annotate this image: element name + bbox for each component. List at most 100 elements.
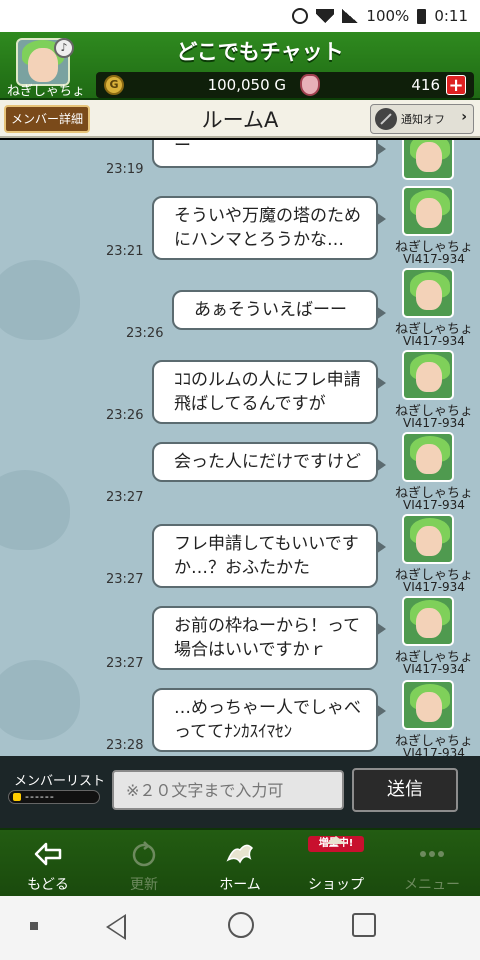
avatar-face — [416, 362, 442, 392]
chat-input-bar: メンバーリスト ------ 送信 — [0, 756, 480, 828]
add-gems-button[interactable]: + — [446, 75, 466, 95]
message-bubble: フレ申請してもいいですか…？おふたかた — [152, 524, 386, 588]
message-time: 23:26 — [106, 408, 144, 423]
message-bubble: あぁそういえばーー — [172, 290, 386, 330]
message-time: 23:26 — [126, 326, 164, 341]
notification-label: 通知オフ — [401, 113, 445, 126]
sender-id: VI417-934 — [403, 746, 465, 756]
message-time: 23:28 — [106, 738, 144, 753]
nav-label: 更新 — [130, 877, 158, 893]
message-text: あぁそういえばーー — [194, 300, 347, 320]
avatar-face — [416, 526, 442, 556]
message-text: 会った人にだけですけど — [174, 452, 361, 472]
chat-area[interactable]: ー 23:19 そういや万魔の塔のためにハンマとろうかな… 23:21 ねぎしゃ… — [0, 140, 480, 756]
notification-dot-icon — [30, 922, 38, 930]
slime-bg-decoration — [0, 470, 70, 550]
sender-avatar[interactable] — [402, 596, 454, 646]
nav-menu[interactable]: メニュー — [384, 830, 480, 898]
system-back-icon[interactable] — [106, 914, 126, 940]
message-bubble: ｺｺのルムの人にフレ申請飛ばしてるんですが — [152, 360, 386, 424]
battery-icon — [417, 8, 427, 24]
gold-coin-icon: G — [104, 75, 124, 95]
sender-id: VI417-934 — [403, 498, 465, 512]
member-detail-button[interactable]: メンバー詳細 — [4, 105, 90, 133]
member-list-label: メンバーリスト — [14, 774, 106, 789]
nav-home[interactable]: ホーム — [192, 830, 288, 898]
room-name: ルームA — [201, 108, 279, 132]
message-time: 23:27 — [106, 572, 144, 587]
sender-avatar[interactable] — [402, 186, 454, 236]
back-arrow-icon — [34, 842, 62, 866]
bottom-nav: もどる 更新 ホーム 増量中! ショップ メニュー — [0, 828, 480, 896]
message-bubble: …めっちゃー人でしゃべっててﾅﾝｶｽｲﾏｾﾝ — [152, 688, 386, 752]
message-time: 23:19 — [106, 162, 144, 177]
sender-avatar[interactable] — [402, 268, 454, 318]
alarm-icon — [292, 8, 309, 24]
nav-back[interactable]: もどる — [0, 830, 96, 898]
refresh-icon — [132, 841, 156, 867]
message-text: そういや万魔の塔のためにハンマとろうかな… — [174, 206, 361, 250]
sender-avatar[interactable] — [402, 680, 454, 730]
resource-bar: G 100,050 G 416 + — [96, 72, 474, 98]
sender-id: VI417-934 — [403, 662, 465, 676]
send-button[interactable]: 送信 — [352, 768, 458, 812]
message-time: 23:21 — [106, 244, 144, 259]
nav-label: もどる — [27, 877, 69, 893]
message-bubble: そういや万魔の塔のためにハンマとろうかな… — [152, 196, 386, 260]
message-text: お前の枠ねーから！って場合はいいですかｒ — [174, 616, 361, 660]
nav-refresh[interactable]: 更新 — [96, 830, 192, 898]
message-bubble: 会った人にだけですけど — [152, 442, 386, 482]
notification-toggle-button[interactable]: 通知オフ › — [370, 104, 474, 134]
member-list-dashes: ------ — [25, 790, 55, 803]
nav-label: ホーム — [219, 877, 261, 893]
sender-id: VI417-934 — [403, 252, 465, 266]
page-title: どこでもチャット — [176, 40, 344, 64]
chevron-right-icon: › — [461, 109, 467, 125]
avatar-face — [28, 48, 58, 82]
sound-toggle-icon[interactable]: ♪ — [54, 38, 74, 58]
message-bubble: ー — [152, 140, 386, 168]
sender-id: VI417-934 — [403, 580, 465, 594]
gem-icon — [300, 74, 320, 96]
gem-value: 416 — [411, 76, 440, 94]
status-bar: 100% 0:11 — [0, 0, 480, 32]
message-time: 23:27 — [106, 656, 144, 671]
sender-id: VI417-934 — [403, 416, 465, 430]
status-time: 0:11 — [434, 7, 468, 25]
player-name: ねぎしゃちょ — [6, 84, 85, 99]
slime-bg-decoration — [0, 260, 80, 340]
avatar-face — [416, 692, 442, 722]
avatar-face — [416, 142, 442, 172]
nav-label: メニュー — [404, 877, 460, 893]
avatar-face — [416, 198, 442, 228]
sender-avatar[interactable] — [402, 514, 454, 564]
system-recents-icon[interactable] — [352, 913, 376, 937]
battery-percent: 100% — [366, 7, 410, 25]
avatar-face — [416, 608, 442, 638]
message-text: フレ申請してもいいですか…？おふたかた — [174, 534, 359, 578]
chat-input[interactable] — [112, 770, 344, 810]
sender-id: VI417-934 — [403, 334, 465, 348]
system-nav-bar — [0, 896, 480, 960]
slime-bg-decoration — [0, 660, 80, 740]
nav-shop[interactable]: 増量中! ショップ — [288, 830, 384, 898]
wifi-icon — [316, 9, 335, 23]
dots-icon — [420, 851, 444, 857]
sender-avatar[interactable] — [402, 140, 454, 180]
nav-label: ショップ — [308, 877, 364, 893]
sender-avatar[interactable] — [402, 432, 454, 482]
sender-avatar[interactable] — [402, 350, 454, 400]
gold-value: 100,050 G — [207, 76, 286, 94]
app-header: ♪ ねぎしゃちょ どこでもチャット G 100,050 G 416 + — [0, 32, 480, 100]
notification-off-icon — [375, 108, 397, 130]
room-bar: メンバー詳細 ルームA 通知オフ › — [0, 100, 480, 138]
message-text: …めっちゃー人でしゃべっててﾅﾝｶｽｲﾏｾﾝ — [174, 698, 361, 742]
message-text: ー — [174, 140, 191, 156]
avatar-face — [416, 444, 442, 474]
message-text: ｺｺのルムの人にフレ申請飛ばしてるんですが — [174, 370, 361, 414]
shop-icon — [326, 836, 346, 844]
message-bubble: お前の枠ねーから！って場合はいいですかｒ — [152, 606, 386, 670]
avatar-face — [416, 280, 442, 310]
member-list-toggle[interactable]: ------ — [8, 790, 100, 804]
system-home-icon[interactable] — [228, 912, 254, 938]
